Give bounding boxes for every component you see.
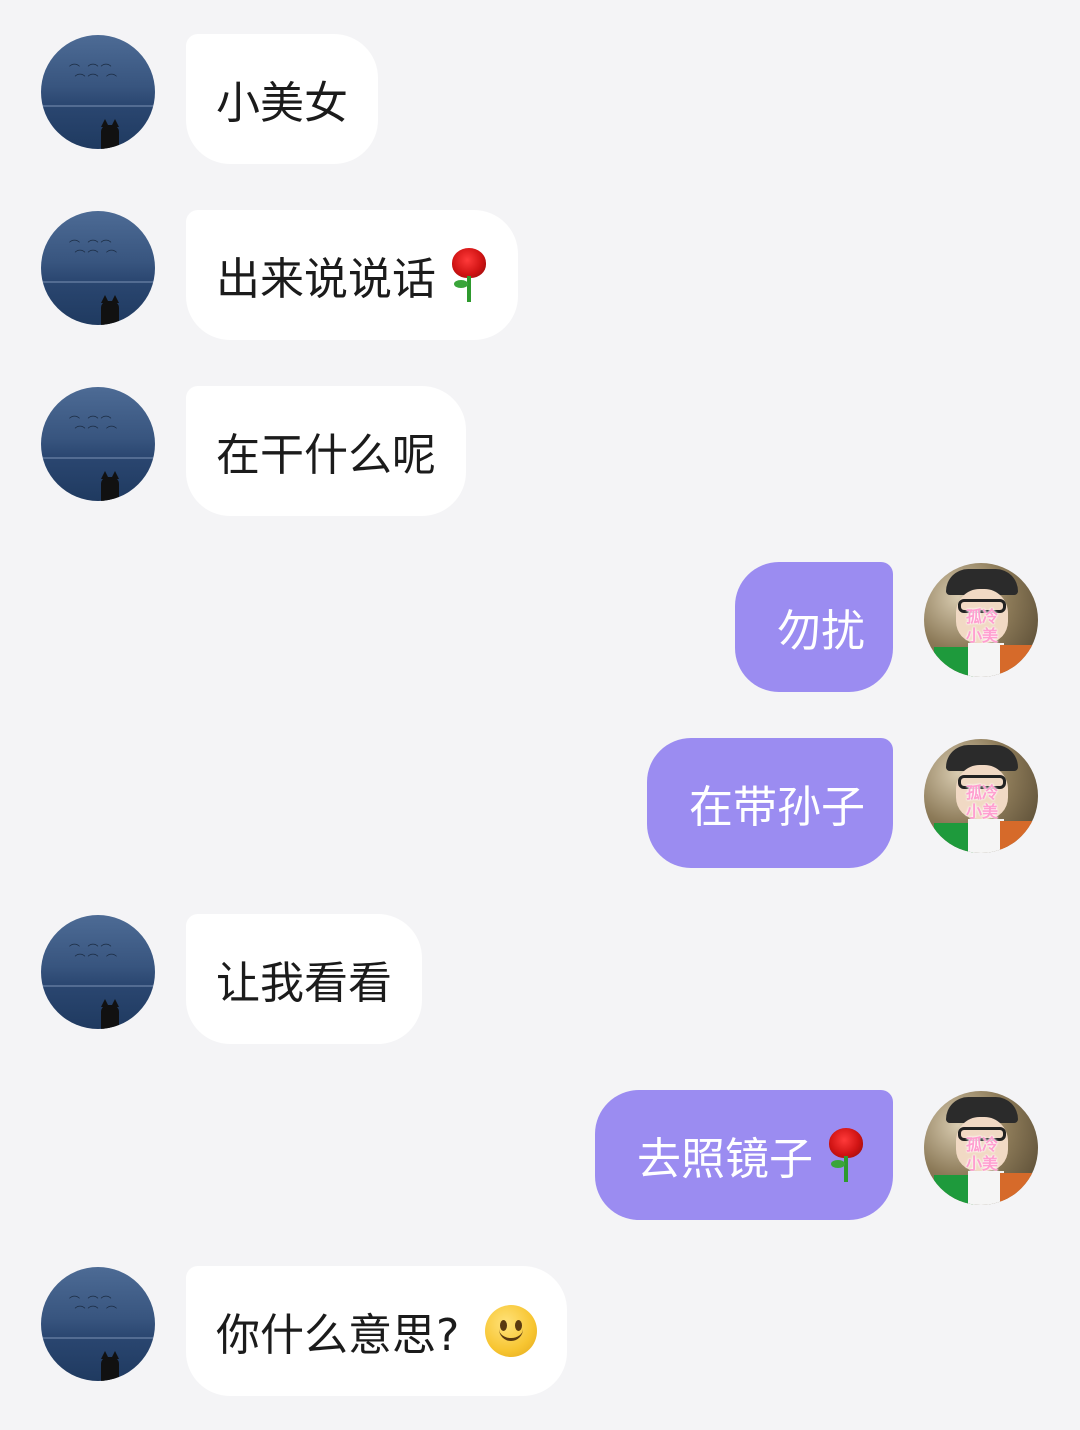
avatar-shirt [968, 1171, 1004, 1205]
birds-icon: ⌒ ⌒⌒ ⌒⌒ ⌒ [69, 943, 119, 966]
avatar-shirt [1000, 1173, 1034, 1205]
self-avatar[interactable]: 孤冷 小美 [924, 563, 1038, 677]
contact-avatar[interactable]: ⌒ ⌒⌒ ⌒⌒ ⌒ [41, 1267, 155, 1381]
message-row: 在带孙子 孤冷 小美 [0, 738, 1080, 868]
contact-avatar[interactable]: ⌒ ⌒⌒ ⌒⌒ ⌒ [41, 211, 155, 325]
avatar-shirt [968, 819, 1004, 853]
contact-avatar[interactable]: ⌒ ⌒⌒ ⌒⌒ ⌒ [41, 915, 155, 1029]
message-text: 你什么意思? [216, 1310, 460, 1361]
avatar-horizon [41, 105, 155, 107]
outgoing-message-bubble[interactable]: 在带孙子 [647, 738, 893, 868]
avatar-horizon [41, 985, 155, 987]
message-text: 去照镜子 [637, 1134, 813, 1185]
avatar-shirt [1000, 821, 1034, 853]
avatar-horizon [41, 281, 155, 283]
avatar-shirt [968, 643, 1004, 677]
avatar-sticker-text: 孤冷 小美 [965, 783, 998, 821]
cat-icon [101, 999, 119, 1029]
birds-icon: ⌒ ⌒⌒ ⌒⌒ ⌒ [69, 1295, 119, 1318]
message-text: 出来说说话 [216, 254, 436, 305]
contact-avatar[interactable]: ⌒ ⌒⌒ ⌒⌒ ⌒ [41, 387, 155, 501]
rose-icon [448, 248, 488, 302]
cat-icon [101, 1351, 119, 1381]
message-text: 勿扰 [777, 606, 865, 657]
message-text: 在带孙子 [689, 782, 865, 833]
message-row: ⌒ ⌒⌒ ⌒⌒ ⌒ 你什么意思? [0, 1266, 1080, 1396]
incoming-message-bubble[interactable]: 小美女 [186, 34, 378, 164]
message-row: 勿扰 孤冷 小美 [0, 562, 1080, 692]
message-row: ⌒ ⌒⌒ ⌒⌒ ⌒ 让我看看 [0, 914, 1080, 1044]
message-row: ⌒ ⌒⌒ ⌒⌒ ⌒ 出来说说话 [0, 210, 1080, 340]
message-row: 去照镜子 孤冷 小美 [0, 1090, 1080, 1220]
cat-icon [101, 295, 119, 325]
self-avatar[interactable]: 孤冷 小美 [924, 739, 1038, 853]
avatar-shirt [1000, 645, 1034, 677]
avatar-horizon [41, 1337, 155, 1339]
birds-icon: ⌒ ⌒⌒ ⌒⌒ ⌒ [69, 239, 119, 262]
incoming-message-bubble[interactable]: 你什么意思? [186, 1266, 568, 1396]
message-text: 让我看看 [216, 958, 392, 1009]
incoming-message-bubble[interactable]: 让我看看 [186, 914, 422, 1044]
outgoing-message-bubble[interactable]: 勿扰 [735, 562, 893, 692]
cat-icon [101, 119, 119, 149]
smiley-icon [485, 1305, 538, 1357]
birds-icon: ⌒ ⌒⌒ ⌒⌒ ⌒ [69, 415, 119, 438]
avatar-horizon [41, 457, 155, 459]
message-row: ⌒ ⌒⌒ ⌒⌒ ⌒ 在干什么呢 [0, 386, 1080, 516]
outgoing-message-bubble[interactable]: 去照镜子 [595, 1090, 893, 1220]
avatar-sticker-text: 孤冷 小美 [965, 1135, 998, 1173]
rose-icon [825, 1128, 865, 1182]
incoming-message-bubble[interactable]: 在干什么呢 [186, 386, 466, 516]
avatar-sticker-text: 孤冷 小美 [965, 607, 998, 645]
cat-icon [101, 471, 119, 501]
birds-icon: ⌒ ⌒⌒ ⌒⌒ ⌒ [69, 63, 119, 86]
message-text: 在干什么呢 [216, 430, 436, 481]
incoming-message-bubble[interactable]: 出来说说话 [186, 210, 518, 340]
message-text: 小美女 [216, 78, 348, 129]
message-row: ⌒ ⌒⌒ ⌒⌒ ⌒ 小美女 [0, 34, 1080, 164]
self-avatar[interactable]: 孤冷 小美 [924, 1091, 1038, 1205]
contact-avatar[interactable]: ⌒ ⌒⌒ ⌒⌒ ⌒ [41, 35, 155, 149]
